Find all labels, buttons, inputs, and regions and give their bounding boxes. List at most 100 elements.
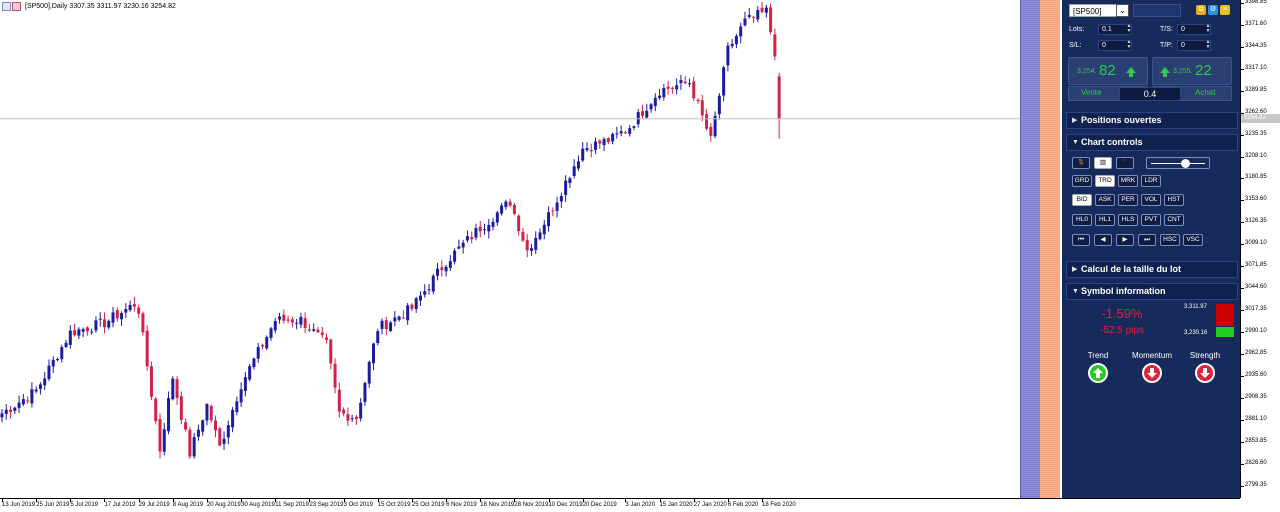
x-tick-label: 18 Nov 2019	[480, 499, 515, 508]
candle-body	[209, 405, 213, 421]
control-button-hl0[interactable]: HL0	[1072, 214, 1092, 226]
lots-stepper[interactable]: ▲ ▼	[1126, 24, 1132, 35]
low-indicator-square	[1216, 327, 1234, 337]
copy-icon[interactable]: ⧉	[1196, 5, 1206, 15]
control-button-bid[interactable]: BID	[1072, 194, 1092, 206]
control-button-cnt[interactable]: CNT	[1164, 214, 1184, 226]
candle-body	[141, 313, 145, 333]
candle-body	[175, 379, 179, 398]
candle-body	[222, 438, 226, 444]
chart-area[interactable]: [SP500],Daily 3307.35 3311.97 3230.16 32…	[0, 0, 1020, 498]
candle-body	[534, 237, 538, 250]
candle-body	[722, 67, 726, 96]
indicator-label-strength: Strength	[1189, 351, 1221, 360]
bars-mode-icon[interactable]: ▥	[1094, 157, 1112, 169]
control-button-mrk[interactable]: MRK	[1118, 175, 1138, 187]
candle-body	[192, 437, 196, 457]
arrow-up-icon	[1126, 67, 1136, 77]
candlestick-chart[interactable]	[0, 0, 1020, 498]
candle-body	[337, 389, 341, 412]
candle-body	[440, 267, 444, 271]
candle-body	[226, 425, 230, 438]
indicator-label-trend: Trend	[1087, 351, 1109, 360]
price-axis[interactable]: 3398.85 3371.60 3344.35 3317.10 3289.85 3262.…	[1240, 0, 1280, 498]
scroll-start-icon[interactable]: ⏮	[1072, 234, 1090, 246]
section-chart-controls[interactable]: ▼ Chart controls	[1066, 134, 1238, 151]
section-symbol-info[interactable]: ▼ Symbol information	[1066, 283, 1238, 300]
candle-body	[564, 180, 568, 195]
control-button-trd[interactable]: TRD	[1095, 175, 1115, 187]
slider-knob[interactable]	[1181, 159, 1190, 168]
control-button-vol[interactable]: VOL	[1141, 194, 1161, 206]
candle-body	[154, 398, 158, 422]
candle-body	[34, 389, 38, 392]
x-tick-label: 11 Sep 2019	[275, 499, 309, 508]
control-button-vsc[interactable]: VSC	[1183, 234, 1203, 246]
ts-stepper[interactable]: ▲ ▼	[1205, 24, 1211, 35]
change-pips: -52.5 pips	[1100, 325, 1144, 336]
trade-panel: [SP500] ⌄ ⧉ ⚙ ≡ Lots: 0.1 ▲ ▼ T/S: 0 ▲ ▼ S…	[1062, 0, 1240, 498]
candle-body	[760, 7, 764, 12]
candle-body	[376, 331, 380, 343]
candle-body	[329, 339, 333, 364]
x-tick-label: 3 Jan 2020	[625, 499, 656, 508]
chevron-down-icon[interactable]: ⌄	[1116, 4, 1129, 17]
sl-stepper[interactable]: ▲ ▼	[1126, 40, 1132, 51]
tp-stepper[interactable]: ▲ ▼	[1205, 40, 1211, 51]
spread-value: 0.4	[1119, 87, 1181, 101]
scroll-end-icon[interactable]: ⏭	[1138, 234, 1156, 246]
sell-button[interactable]: 3,254. 82	[1068, 57, 1148, 85]
candle-body	[517, 215, 521, 232]
zoom-slider[interactable]	[1146, 157, 1210, 169]
candle-body	[555, 202, 559, 211]
candle-body	[393, 317, 397, 322]
control-button-hst[interactable]: HST	[1164, 194, 1184, 206]
control-button-ldr[interactable]: LDR	[1141, 175, 1161, 187]
candle-body	[162, 429, 166, 452]
candle-body	[243, 377, 247, 392]
line-mode-icon[interactable]: ⌃	[1116, 157, 1134, 169]
control-button-grd[interactable]: GRD	[1072, 175, 1092, 187]
candle-body	[188, 429, 192, 457]
candle-body	[615, 133, 619, 135]
scroll-forward-icon[interactable]: ▶	[1116, 234, 1134, 246]
menu-icon[interactable]: ≡	[1220, 5, 1230, 15]
candle-body	[641, 111, 644, 116]
triangle-down-icon: ▼	[1072, 288, 1079, 295]
section-positions[interactable]: ▶ Positions ouvertes	[1066, 112, 1238, 129]
y-tick-label: 3344.35	[1241, 42, 1267, 49]
candle-mode-icon[interactable]: ⇅	[1072, 157, 1090, 169]
control-button-per[interactable]: PER	[1118, 194, 1138, 206]
control-button-pvt[interactable]: PVT	[1141, 214, 1161, 226]
control-button-ask[interactable]: ASK	[1095, 194, 1115, 206]
y-tick-label: 3235.35	[1241, 130, 1267, 137]
section-chart-controls-label: Chart controls	[1081, 137, 1143, 147]
candle-body	[696, 99, 700, 102]
buy-label: Achat	[1195, 88, 1216, 97]
candle-body	[670, 87, 674, 89]
time-axis[interactable]: 13 Jun 2019 25 Jun 2019 5 Jul 2019 17 Jul 2…	[0, 498, 1240, 512]
candle-body	[94, 320, 98, 331]
control-button-hls[interactable]: HLS	[1118, 214, 1138, 226]
candle-body	[299, 316, 303, 325]
symbol-extra-field[interactable]	[1133, 4, 1181, 17]
candle-body	[542, 224, 546, 235]
candle-body	[47, 365, 51, 380]
x-tick-label: 20 Aug 2019	[206, 499, 241, 508]
current-price-marker: 3254.82	[1241, 113, 1280, 123]
candle-body	[478, 226, 482, 232]
candle-body	[508, 201, 512, 206]
buy-price-small: 3,255.	[1173, 68, 1193, 75]
candle-body	[282, 314, 286, 321]
scroll-back-icon[interactable]: ◀	[1094, 234, 1112, 246]
control-button-hsc[interactable]: HSC	[1160, 234, 1180, 246]
buy-button[interactable]: 3,255. 22	[1152, 57, 1232, 85]
control-button-hl1[interactable]: HL1	[1095, 214, 1115, 226]
candle-body	[717, 95, 721, 115]
gear-icon[interactable]: ⚙	[1208, 5, 1218, 15]
section-lot-calc[interactable]: ▶ Calcul de la taille du lot	[1066, 261, 1238, 278]
sell-label: Vente	[1081, 88, 1102, 97]
ts-label: T/S:	[1160, 26, 1173, 33]
y-tick-label: 3317.10	[1241, 64, 1267, 71]
candle-body	[619, 131, 623, 134]
